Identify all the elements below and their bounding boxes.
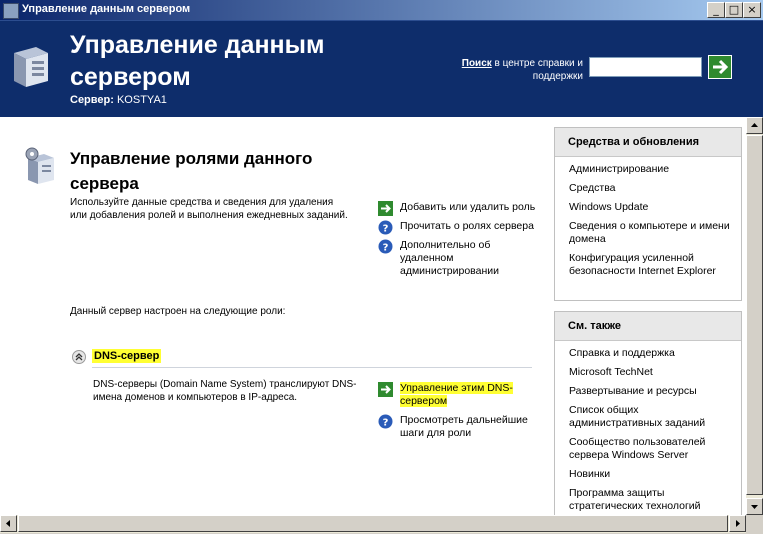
page-title: Управление данным сервером (70, 31, 325, 91)
link-help-support[interactable]: Справка и поддержка (569, 347, 733, 360)
search-go-button[interactable] (708, 55, 732, 79)
dns-role-name: DNS-сервер (92, 349, 162, 363)
server-info: Сервер: KOSTYA1 (70, 94, 167, 106)
see-also-panel: См. также Справка и поддержка Microsoft … (554, 311, 742, 516)
scroll-thumb[interactable] (746, 135, 763, 495)
link-technet[interactable]: Microsoft TechNet (569, 366, 733, 379)
svg-text:?: ? (383, 418, 389, 429)
roles-description: Используйте данные средства и сведения д… (70, 197, 348, 221)
link-tools[interactable]: Средства (569, 182, 733, 195)
help-icon: ? (378, 414, 393, 429)
manage-dns-server-link[interactable]: Управление этим DNS-сервером (378, 382, 543, 408)
roles-actions: Добавить или удалить роль ? Прочитать о … (378, 201, 543, 284)
vertical-scrollbar[interactable] (746, 117, 763, 515)
dns-role-description: DNS-серверы (Domain Name System) трансли… (93, 379, 357, 403)
link-community[interactable]: Сообщество пользователей сервера Windows… (569, 436, 733, 462)
server-icon (14, 47, 48, 87)
arrow-right-icon (736, 520, 740, 527)
link-strategic-tech[interactable]: Программа защиты стратегических технолог… (569, 487, 733, 513)
configured-roles-text: Данный сервер настроен на следующие роли… (70, 306, 286, 317)
search-link[interactable]: Поиск (462, 58, 492, 69)
close-button[interactable]: × (743, 2, 761, 18)
collapse-icon[interactable] (72, 350, 86, 364)
header-banner: Управление данным сервером Сервер: KOSTY… (0, 20, 763, 117)
green-arrow-icon (378, 382, 393, 397)
search-label: Поиск в центре справки и поддержки (430, 57, 583, 83)
arrow-down-icon (751, 505, 758, 509)
server-label: Сервер: (70, 94, 114, 106)
arrow-up-icon (751, 123, 758, 127)
action-label: Дополнительно об удаленном администриров… (400, 239, 499, 277)
scroll-left-button[interactable] (0, 515, 17, 532)
help-icon: ? (378, 220, 393, 235)
role-divider (92, 367, 532, 368)
action-label: Просмотреть дальнейшие шаги для роли (400, 414, 528, 439)
minimize-button[interactable]: _ (707, 2, 725, 18)
scroll-up-button[interactable] (746, 117, 763, 134)
dns-actions: Управление этим DNS-сервером ? Просмотре… (378, 382, 543, 446)
title-bar: Управление данным сервером _ □ × (0, 0, 763, 20)
window-title: Управление данным сервером (22, 3, 191, 15)
server-name: KOSTYA1 (116, 94, 167, 106)
link-deployment[interactable]: Развертывание и ресурсы (569, 385, 733, 398)
tools-panel-title: Средства и обновления (555, 128, 741, 157)
link-ie-security[interactable]: Конфигурация усиленной безопасности Inte… (569, 252, 733, 278)
link-windows-update[interactable]: Windows Update (569, 201, 733, 214)
link-administration[interactable]: Администрирование (569, 163, 733, 176)
arrow-left-icon (6, 520, 10, 527)
scroll-corner (746, 515, 763, 533)
action-label: Добавить или удалить роль (400, 201, 536, 213)
search-input[interactable] (589, 57, 702, 77)
server-roles-icon (25, 147, 54, 184)
green-arrow-icon (378, 201, 393, 216)
svg-text:?: ? (383, 243, 389, 254)
remote-admin-link[interactable]: ? Дополнительно об удаленном администрир… (378, 239, 543, 278)
link-whats-new[interactable]: Новинки (569, 468, 733, 481)
svg-text:?: ? (383, 224, 389, 235)
add-remove-role-link[interactable]: Добавить или удалить роль (378, 201, 543, 216)
scroll-right-button[interactable] (729, 515, 746, 532)
help-icon: ? (378, 239, 393, 254)
next-steps-link[interactable]: ? Просмотреть дальнейшие шаги для роли (378, 414, 543, 440)
tools-panel: Средства и обновления Администрирование … (554, 127, 742, 301)
action-label: Управление этим DNS-сервером (400, 382, 513, 407)
window-icon (3, 3, 19, 19)
scroll-down-button[interactable] (746, 498, 763, 515)
horizontal-scrollbar[interactable] (0, 515, 746, 533)
read-about-roles-link[interactable]: ? Прочитать о ролях сервера (378, 220, 543, 235)
see-also-title: См. также (555, 312, 741, 341)
maximize-button[interactable]: □ (725, 2, 743, 18)
action-label: Прочитать о ролях сервера (400, 220, 534, 232)
roles-title: Управление ролями данного сервера (70, 149, 313, 193)
hscroll-thumb[interactable] (18, 515, 728, 532)
link-admin-tasks[interactable]: Список общих административных заданий (569, 404, 733, 430)
search-label-text: в центре справки и поддержки (491, 58, 583, 82)
link-computer-info[interactable]: Сведения о компьютере и имени домена (569, 220, 733, 246)
